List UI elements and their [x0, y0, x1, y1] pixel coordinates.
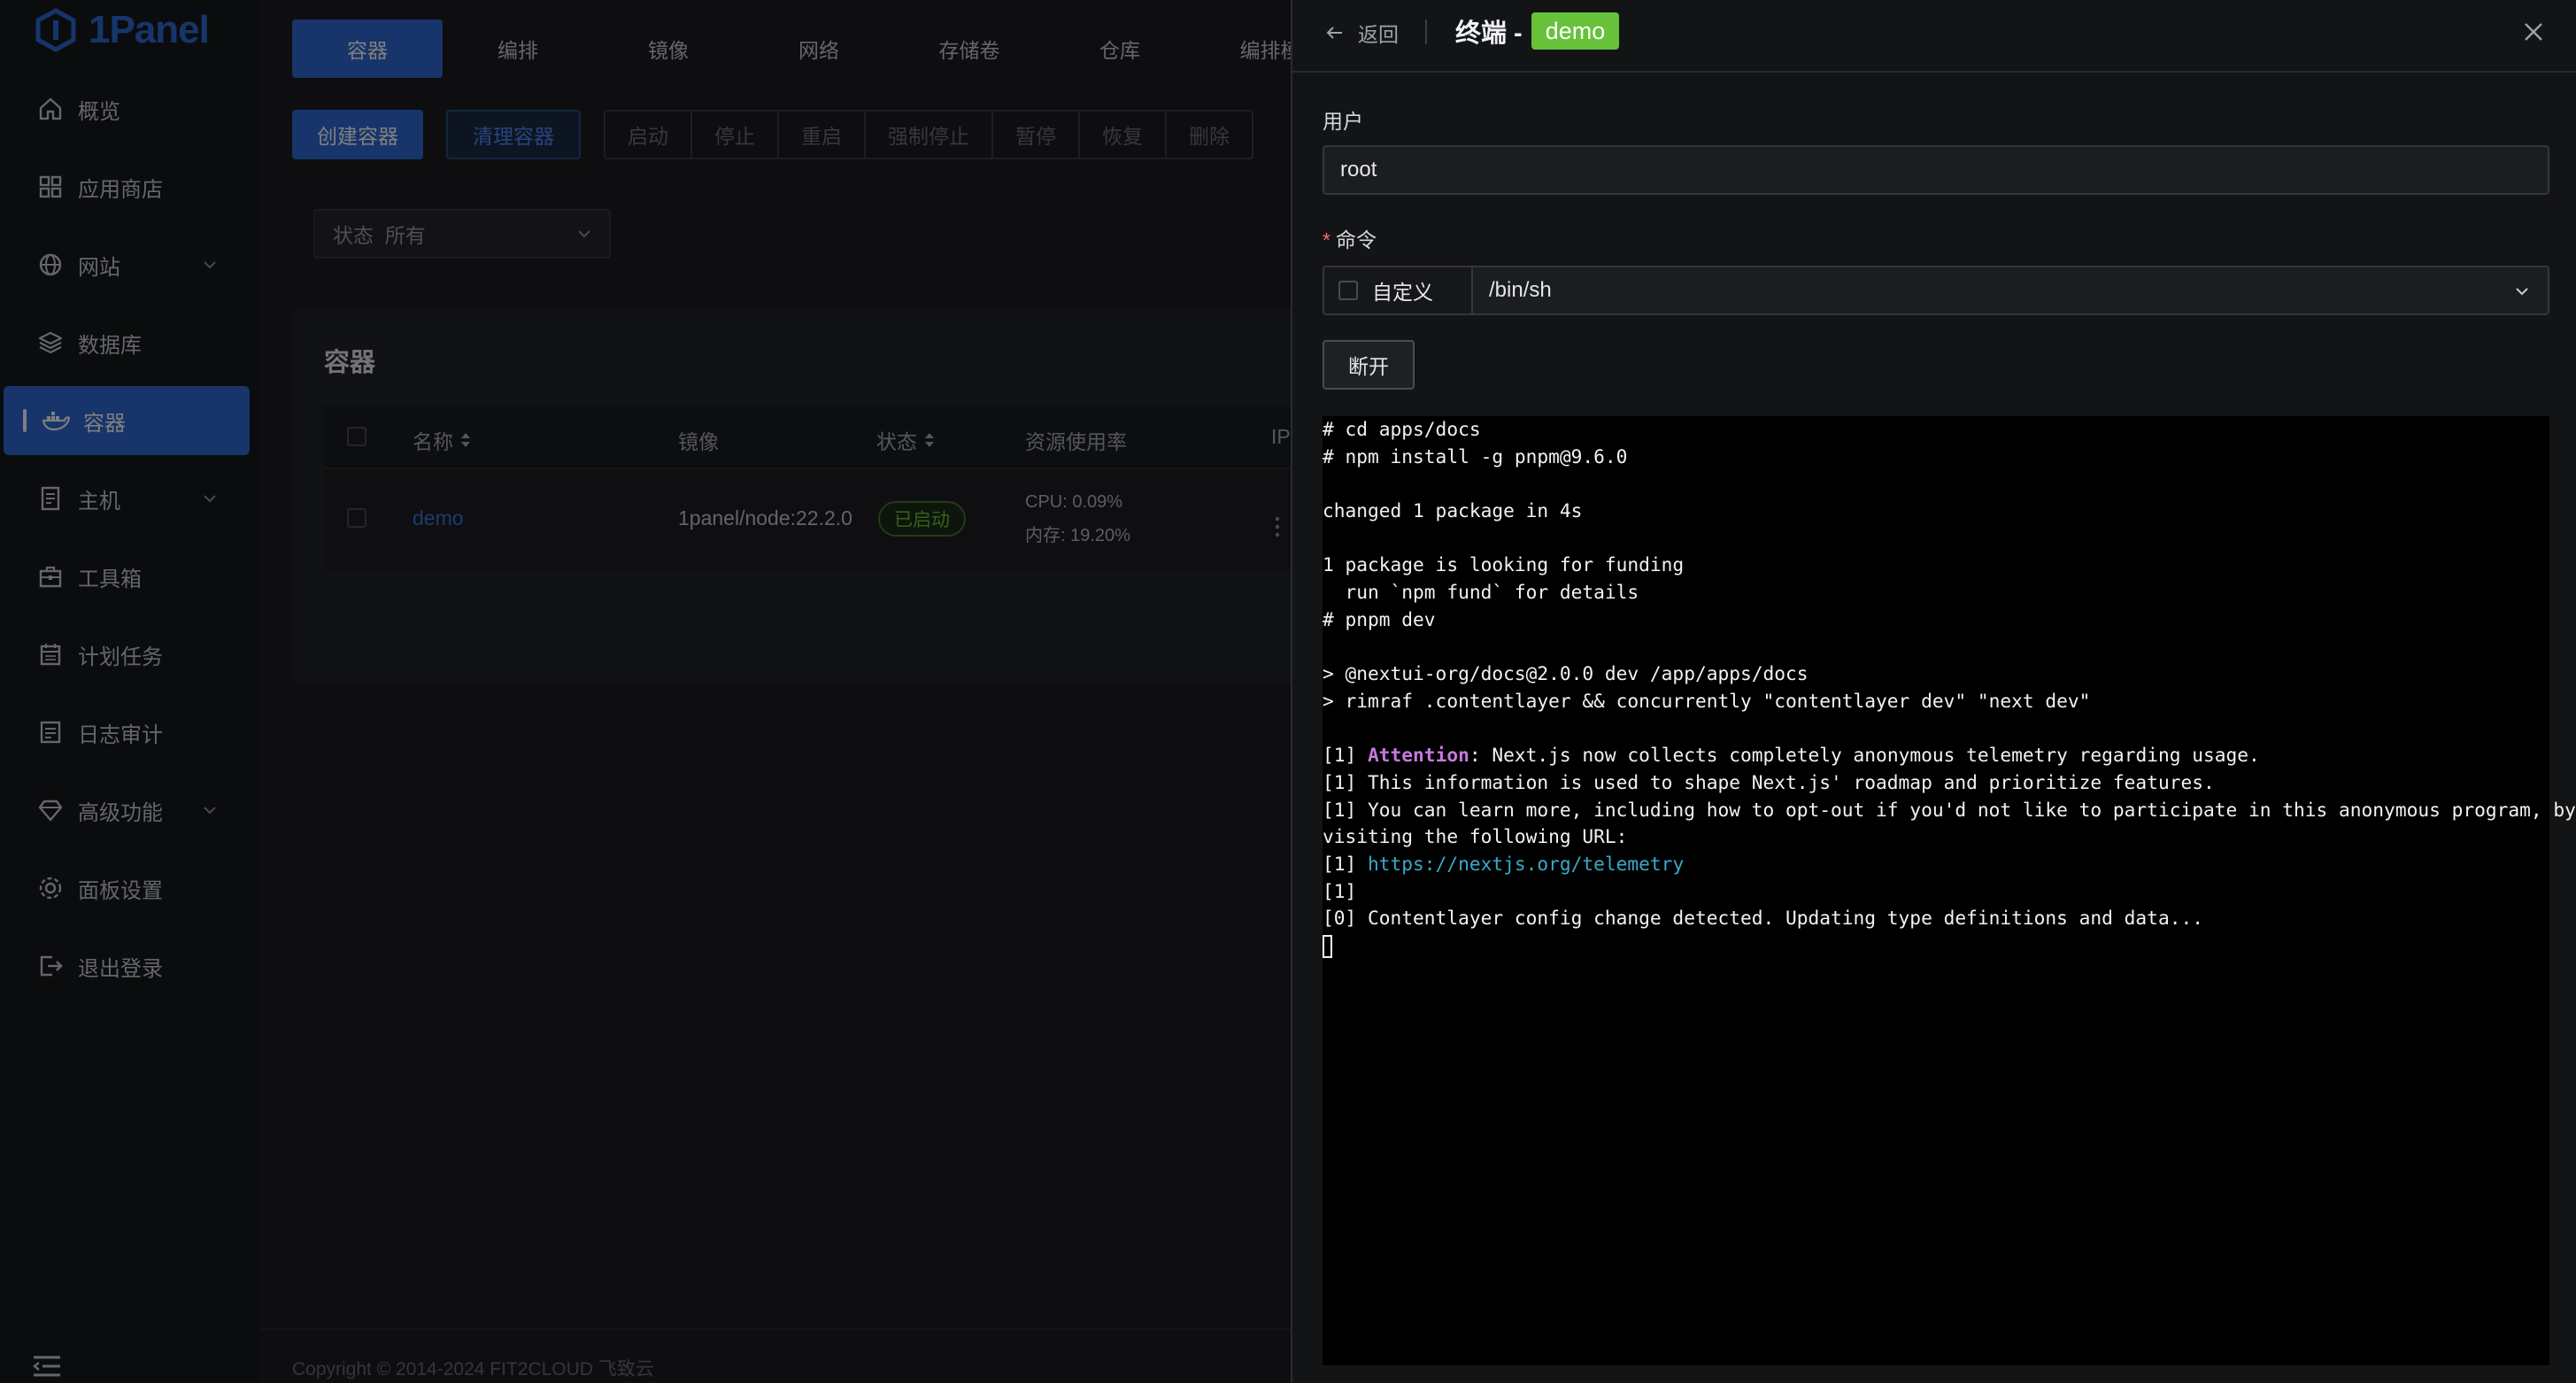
checkbox-box — [1338, 281, 1358, 300]
terminal-line: visiting the following URL: — [1323, 825, 1628, 848]
user-field[interactable]: root — [1323, 145, 2549, 195]
command-select[interactable]: /bin/sh — [1473, 266, 2549, 315]
terminal-cursor — [1323, 935, 1332, 959]
terminal-line: run `npm fund` for details — [1323, 581, 1639, 604]
terminal-attention-line: [1] Attention: Next.js now collects comp… — [1323, 742, 2549, 769]
attention-keyword: Attention — [1368, 744, 1469, 767]
terminal-line: 1 package is looking for funding — [1323, 553, 1685, 576]
terminal-drawer: 返回 终端 - demo 用户 root * 命令 自定义 /bin/sh 断开 … — [1291, 0, 2576, 1383]
telemetry-link[interactable]: https://nextjs.org/telemetry — [1368, 853, 1684, 875]
terminal-cursor-line — [1323, 932, 2549, 960]
command-value: /bin/sh — [1489, 278, 1552, 302]
arrow-left-icon — [1326, 27, 1342, 39]
close-icon[interactable] — [2521, 19, 2546, 44]
terminal-line: [0] Contentlayer config change detected.… — [1323, 907, 2203, 930]
line-prefix: [1] — [1323, 744, 1369, 767]
back-button[interactable]: 返回 — [1324, 18, 1399, 48]
command-label: * 命令 — [1323, 223, 1377, 253]
disconnect-button[interactable]: 断开 — [1323, 340, 1415, 390]
user-label: 用户 — [1323, 110, 1363, 133]
terminal-line: [1] — [1323, 879, 1357, 902]
header-divider — [1425, 19, 1427, 44]
drawer-header: 返回 终端 - demo — [1292, 0, 2576, 73]
drawer-title: 终端 - demo — [1455, 12, 1620, 50]
terminal-line: changed 1 package in 4s — [1323, 499, 1583, 522]
attention-text: : Next.js now collects completely anonym… — [1469, 744, 2260, 767]
terminal-line: # npm install -g pnpm@9.6.0 — [1323, 444, 1628, 467]
required-asterisk: * — [1323, 228, 1330, 251]
terminal-line: > rimraf .contentlayer && concurrently "… — [1323, 689, 2091, 712]
terminal-line: # pnpm dev — [1323, 607, 1436, 630]
container-name-tag: demo — [1531, 12, 1620, 50]
terminal-line: > @nextui-org/docs@2.0.0 dev /app/apps/d… — [1323, 662, 1809, 685]
chevron-down-icon — [2516, 288, 2528, 296]
terminal-url-line: [1] https://nextjs.org/telemetry — [1323, 851, 2549, 878]
modal-overlay[interactable] — [0, 0, 1291, 1383]
terminal-line: # cd apps/docs — [1323, 418, 1481, 440]
line-prefix: [1] — [1323, 853, 1369, 875]
terminal-output[interactable]: # cd apps/docs # npm install -g pnpm@9.6… — [1323, 416, 2576, 1365]
terminal-line: [1] You can learn more, including how to… — [1323, 798, 2576, 821]
custom-label: 自定义 — [1372, 281, 1433, 304]
command-label-text: 命令 — [1335, 228, 1377, 251]
terminal-line: [1] This information is used to shape Ne… — [1323, 770, 2215, 793]
custom-command-checkbox[interactable]: 自定义 — [1323, 266, 1473, 315]
drawer-title-text: 终端 - — [1455, 19, 1523, 48]
back-label: 返回 — [1358, 23, 1399, 46]
